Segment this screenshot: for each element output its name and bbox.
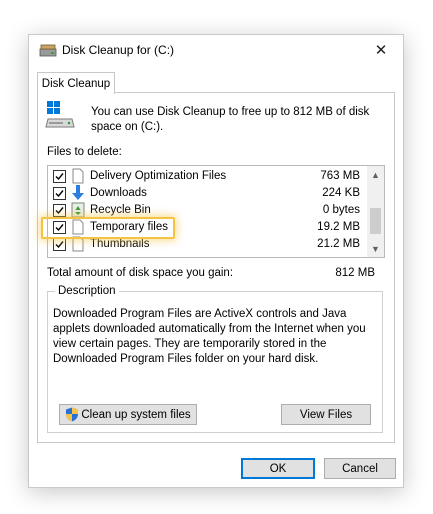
- list-item[interactable]: Downloads 224 KB: [48, 185, 364, 202]
- file-type-size: 224 KB: [322, 187, 360, 199]
- file-type-size: 0 bytes: [322, 204, 360, 216]
- uac-shield-icon: [66, 407, 79, 422]
- button-label: View Files: [299, 408, 353, 421]
- download-arrow-icon: [72, 185, 84, 200]
- blank-file-icon: [72, 236, 84, 252]
- close-button[interactable]: ✕: [359, 35, 403, 65]
- checkbox[interactable]: [53, 187, 66, 200]
- check-icon: [55, 241, 64, 249]
- tab-label: Disk Cleanup: [41, 77, 111, 90]
- disk-cleanup-window: Disk Cleanup for (C:) ✕ Disk Cleanup You…: [28, 34, 404, 488]
- window-title: Disk Cleanup for (C:): [62, 43, 175, 57]
- close-icon: ✕: [374, 42, 388, 59]
- files-to-delete-label: Files to delete:: [47, 146, 122, 158]
- checkbox[interactable]: [53, 170, 66, 183]
- list-item[interactable]: Temporary files 19.2 MB: [48, 219, 364, 236]
- file-type-size: 19.2 MB: [317, 221, 360, 233]
- button-label: OK: [269, 462, 287, 475]
- list-scrollbar[interactable]: ▲ ▼: [367, 166, 384, 257]
- list-item[interactable]: Recycle Bin 0 bytes: [48, 202, 364, 219]
- checkbox[interactable]: [53, 221, 66, 234]
- ok-button[interactable]: OK: [241, 458, 315, 479]
- view-files-button[interactable]: View Files: [281, 404, 371, 425]
- button-label: Clean up system files: [81, 408, 191, 421]
- file-type-size: 763 MB: [320, 170, 360, 182]
- hard-drive-icon: [45, 101, 75, 128]
- blank-file-icon: [72, 219, 84, 235]
- file-type-size: 21.2 MB: [317, 238, 360, 250]
- scroll-up-icon[interactable]: ▲: [367, 166, 384, 183]
- description-text: Downloaded Program Files are ActiveX con…: [53, 308, 366, 365]
- file-type-name: Delivery Optimization Files: [90, 170, 227, 182]
- file-type-name: Recycle Bin: [90, 204, 151, 216]
- check-icon: [55, 190, 64, 198]
- total-gain-label: Total amount of disk space you gain:: [47, 267, 234, 279]
- checkbox[interactable]: [53, 204, 66, 217]
- total-gain-value: 812 MB: [335, 267, 375, 279]
- scroll-thumb[interactable]: [370, 208, 381, 234]
- tab-disk-cleanup[interactable]: Disk Cleanup: [37, 72, 115, 94]
- check-icon: [55, 224, 64, 232]
- checkbox[interactable]: [53, 238, 66, 251]
- button-label: Cancel: [342, 462, 378, 475]
- disk-cleanup-app-icon: [39, 44, 57, 57]
- recycle-bin-icon: [71, 202, 85, 218]
- description-legend: Description: [55, 285, 119, 297]
- clean-up-system-files-button[interactable]: Clean up system files: [59, 404, 197, 425]
- cancel-button[interactable]: Cancel: [324, 458, 396, 479]
- blank-file-icon: [72, 168, 84, 184]
- check-icon: [55, 207, 64, 215]
- intro-text: You can use Disk Cleanup to free up to 8…: [91, 106, 370, 133]
- title-bar: Disk Cleanup for (C:) ✕: [29, 35, 403, 65]
- list-item[interactable]: Delivery Optimization Files 763 MB: [48, 168, 364, 185]
- file-type-name: Thumbnails: [90, 238, 150, 250]
- file-type-name: Temporary files: [90, 221, 168, 233]
- list-item[interactable]: Thumbnails 21.2 MB: [48, 236, 364, 253]
- scroll-down-icon[interactable]: ▼: [367, 240, 384, 257]
- check-icon: [55, 173, 64, 181]
- file-type-name: Downloads: [90, 187, 147, 199]
- files-to-delete-list[interactable]: Delivery Optimization Files 763 MB Downl…: [47, 165, 385, 258]
